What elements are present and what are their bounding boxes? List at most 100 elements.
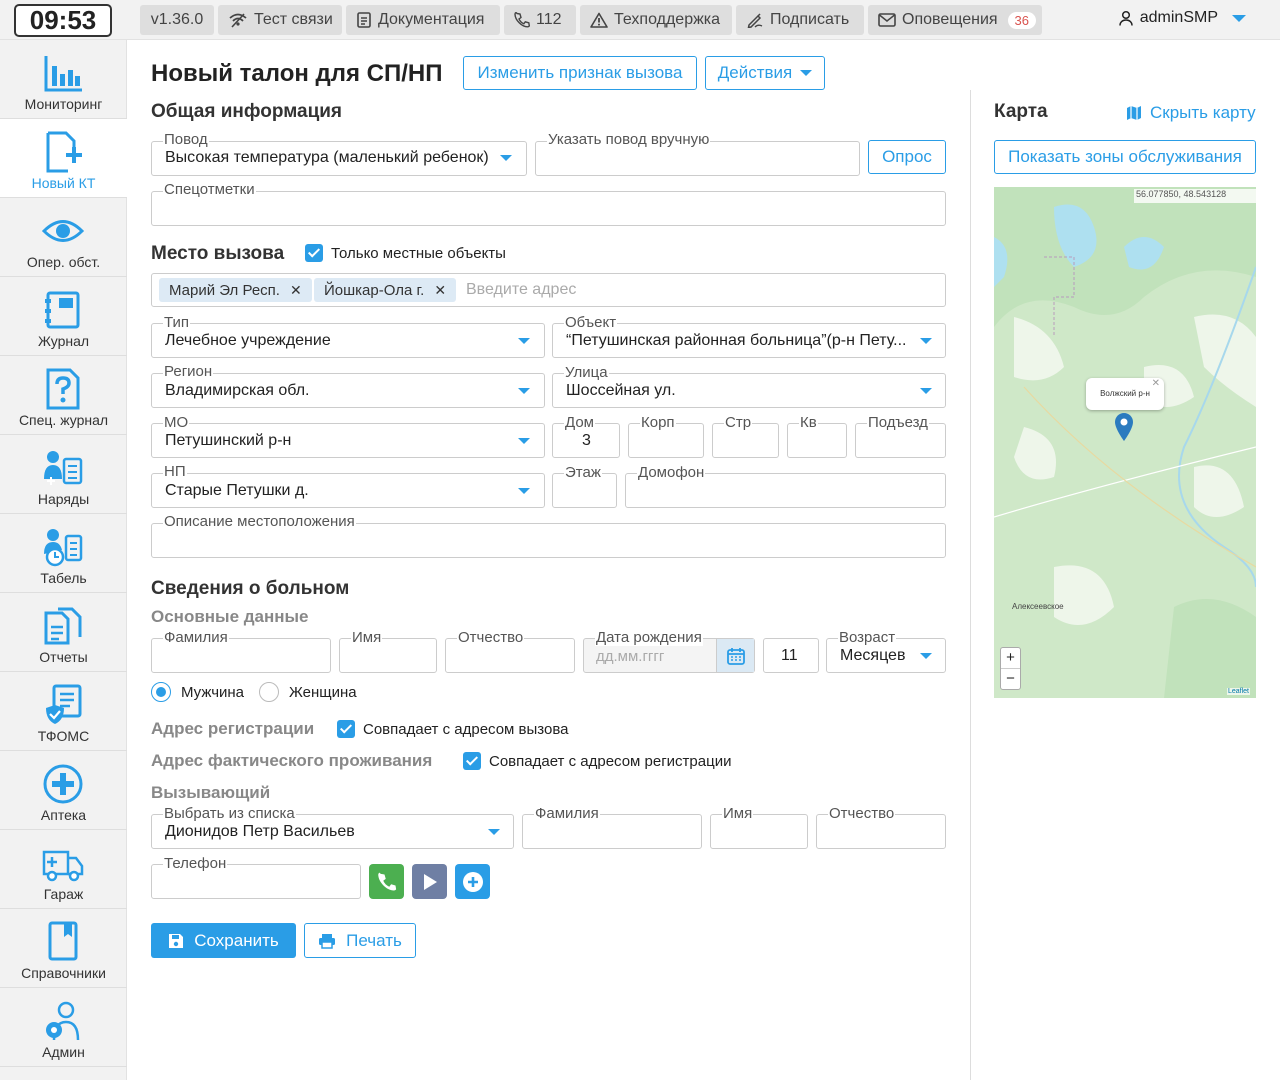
user-menu[interactable]: adminSMP — [1118, 9, 1246, 27]
registration-same-checkbox[interactable] — [337, 720, 355, 738]
test-connection-button[interactable]: Тест связи — [218, 5, 342, 35]
street-value: Шоссейная ул. — [566, 382, 676, 399]
type-label: Тип — [163, 314, 191, 331]
plus-circle-icon — [462, 871, 483, 892]
phone-icon — [514, 12, 530, 28]
clock: 09:53 — [14, 4, 112, 37]
chevron-down-icon — [518, 438, 530, 444]
calendar-button[interactable] — [716, 639, 754, 672]
np-label: НП — [163, 463, 187, 480]
print-button[interactable]: Печать — [304, 923, 416, 958]
map-popup-label: Волжский р-н — [1100, 389, 1150, 398]
birth-date-placeholder: дд.мм.гггг — [596, 648, 665, 665]
object-label: Объект — [564, 314, 618, 331]
notifications-label: Оповещения — [902, 11, 998, 28]
region-value: Владимирская обл. — [165, 382, 310, 399]
female-radio[interactable] — [259, 682, 279, 702]
sidebar-item-label: Журнал — [37, 333, 90, 349]
sidebar-item-pharmacy[interactable]: Аптека — [0, 751, 127, 830]
sidebar-item-operational[interactable]: Опер. обст. — [0, 198, 127, 277]
map-attribution: Leaflet — [1226, 688, 1250, 695]
sidebar-item-monitoring[interactable]: Мониторинг — [0, 40, 127, 119]
chevron-down-icon — [518, 338, 530, 344]
floppy-disk-icon — [169, 933, 184, 948]
special-marks-input[interactable] — [151, 191, 946, 226]
location-description-label: Описание местоположения — [163, 513, 356, 530]
shield-document-icon — [46, 684, 82, 724]
sidebar-item-label: Справочники — [21, 965, 106, 981]
version-button[interactable]: v1.36.0 — [140, 5, 214, 35]
documentation-label: Документация — [378, 11, 485, 28]
sidebar-item-reference[interactable]: Справочники — [0, 909, 127, 988]
survey-button[interactable]: Опрос — [868, 140, 946, 174]
document-icon — [357, 12, 371, 28]
add-caller-button[interactable] — [455, 864, 490, 899]
local-only-checkbox[interactable] — [305, 244, 323, 262]
save-button[interactable]: Сохранить — [151, 923, 296, 958]
coordinates-readout: 56.077850, 48.543128 — [1134, 189, 1256, 203]
entrance-label: Подъезд — [867, 414, 929, 431]
printer-icon — [319, 933, 336, 949]
sidebar-item-timesheet[interactable]: Табель — [0, 514, 127, 593]
female-label: Женщина — [289, 684, 357, 701]
change-sign-button[interactable]: Изменить признак вызова — [463, 56, 697, 90]
caller-phone-label: Телефон — [163, 855, 228, 872]
close-icon[interactable]: ✕ — [1152, 368, 1160, 400]
caller-surname-label: Фамилия — [534, 805, 600, 822]
sidebar-item-special-journal[interactable]: Спец. журнал — [0, 356, 127, 435]
support-label: Техподдержка — [614, 11, 721, 28]
hide-map-link[interactable]: Скрыть карту — [1126, 103, 1256, 123]
documentation-button[interactable]: Документация — [346, 5, 500, 35]
address-tag-label: Йошкар-Ола г. — [324, 281, 425, 299]
notifications-button[interactable]: Оповещения 36 — [868, 5, 1042, 35]
service-zones-label: Показать зоны обслуживания — [1008, 147, 1242, 166]
close-icon[interactable]: ✕ — [290, 282, 302, 299]
sidebar-item-admin[interactable]: Админ — [0, 988, 127, 1067]
phone-112-button[interactable]: 112 — [504, 5, 576, 35]
kv-label: Кв — [799, 414, 818, 431]
sidebar-item-journal[interactable]: Журнал — [0, 277, 127, 356]
registration-same-label: Совпадает с адресом вызова — [363, 721, 569, 738]
sidebar-item-tfoms[interactable]: ТФОМС — [0, 672, 127, 751]
male-radio[interactable] — [151, 682, 171, 702]
top-bar: 09:53 v1.36.0 Тест связи Документация 11… — [0, 0, 1280, 40]
support-button[interactable]: Техподдержка — [580, 5, 732, 35]
sidebar-item-label: Новый КТ — [31, 175, 96, 191]
caller-select-value: Дионидов Петр Васильев — [165, 823, 355, 840]
chevron-down-icon — [488, 829, 500, 835]
eye-icon — [42, 220, 84, 242]
zoom-in-button[interactable]: + — [1001, 648, 1020, 669]
map-title: Карта — [994, 101, 1048, 122]
chevron-down-icon — [920, 653, 932, 659]
sidebar-item-label: ТФОМС — [37, 728, 90, 744]
registration-address-title: Адрес регистрации — [151, 719, 315, 738]
map-view[interactable]: 56.077850, 48.543128 Волжский р-н ✕ Алек… — [994, 187, 1256, 698]
actions-button[interactable]: Действия — [705, 56, 825, 90]
object-value: “Петушинская районная больница”(р-н Пету… — [566, 332, 907, 349]
sign-button[interactable]: Подписать — [736, 5, 864, 35]
warning-icon — [590, 12, 608, 28]
call-button[interactable] — [369, 864, 404, 899]
floor-label: Этаж — [564, 464, 602, 481]
play-button[interactable] — [412, 864, 447, 899]
actual-same-checkbox[interactable] — [463, 752, 481, 770]
address-tag: Марий Эл Респ. ✕ — [159, 278, 312, 302]
team-list-icon — [44, 451, 83, 485]
mo-value: Петушинский р-н — [165, 432, 292, 449]
journal-icon — [45, 291, 80, 329]
close-icon[interactable]: ✕ — [434, 282, 446, 299]
chevron-down-icon — [800, 70, 813, 76]
actual-address-title: Адрес фактического проживания — [151, 751, 433, 770]
pharmacy-cross-icon — [43, 764, 83, 804]
map-place-label: Алексеевское — [1012, 602, 1064, 611]
service-zones-button[interactable]: Показать зоны обслуживания — [994, 140, 1256, 174]
zoom-out-button[interactable]: − — [1001, 669, 1020, 689]
sidebar-item-reports[interactable]: Отчеты — [0, 593, 127, 672]
patient-patronymic-label: Отчество — [457, 629, 525, 646]
sidebar-item-new-kt[interactable]: Новый КТ — [0, 119, 127, 198]
sidebar-item-assignments[interactable]: Наряды — [0, 435, 127, 514]
sidebar-item-garage[interactable]: Гараж — [0, 830, 127, 909]
chevron-down-icon — [518, 488, 530, 494]
survey-label: Опрос — [882, 147, 932, 166]
version-label: v1.36.0 — [150, 11, 204, 28]
